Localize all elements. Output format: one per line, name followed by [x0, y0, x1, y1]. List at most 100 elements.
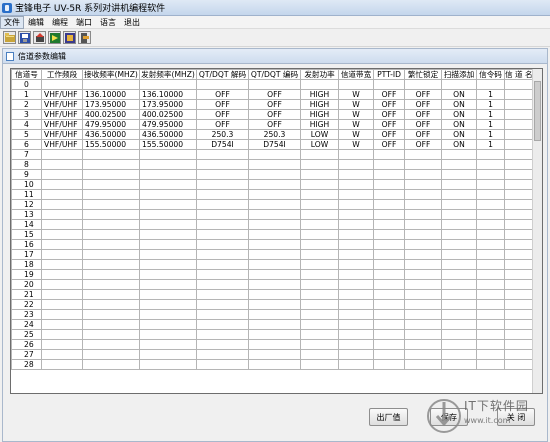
cell-tx-power[interactable] [300, 179, 339, 190]
cell-qt-decode[interactable]: OFF [196, 109, 249, 120]
cell-band[interactable] [41, 159, 83, 170]
cell-bandwidth[interactable] [338, 179, 374, 190]
cell-band[interactable]: VHF/UHF [41, 139, 83, 150]
menu-port[interactable]: 端口 [72, 17, 96, 28]
cell-bandwidth[interactable] [338, 359, 374, 370]
channel-grid[interactable]: 信道号 工作频段 接收频率(MHZ) 发射频率(MHZ) QT/DQT 解码 Q… [10, 68, 543, 394]
cell-channel-no[interactable]: 23 [11, 309, 42, 320]
cell-signal-code[interactable] [476, 239, 505, 250]
cell-bandwidth[interactable] [338, 319, 374, 330]
cell-band[interactable]: VHF/UHF [41, 99, 83, 110]
write-icon[interactable] [48, 31, 61, 44]
cell-rx-freq[interactable] [82, 259, 140, 270]
cell-bandwidth[interactable] [338, 269, 374, 280]
cell-tx-power[interactable] [300, 239, 339, 250]
cell-qt-decode[interactable] [196, 309, 249, 320]
cell-signal-code[interactable]: 1 [476, 119, 505, 130]
cell-signal-code[interactable] [476, 249, 505, 260]
cell-scan-add[interactable] [441, 249, 477, 260]
cell-ptt-id[interactable] [373, 349, 405, 360]
cell-band[interactable] [41, 269, 83, 280]
cell-signal-code[interactable] [476, 209, 505, 220]
cell-signal-code[interactable] [476, 189, 505, 200]
cell-ptt-id[interactable] [373, 229, 405, 240]
cell-rx-freq[interactable] [82, 169, 140, 180]
cell-rx-freq[interactable] [82, 189, 140, 200]
cell-tx-freq[interactable] [139, 209, 197, 220]
cell-qt-decode[interactable] [196, 239, 249, 250]
cell-qt-decode[interactable] [196, 329, 249, 340]
cell-ptt-id[interactable] [373, 339, 405, 350]
cell-channel-no[interactable]: 14 [11, 219, 42, 230]
cell-qt-encode[interactable] [248, 279, 301, 290]
exit-icon[interactable] [78, 31, 91, 44]
cell-qt-encode[interactable] [248, 319, 301, 330]
cell-bandwidth[interactable] [338, 299, 374, 310]
cell-busy-lock[interactable]: OFF [404, 119, 442, 130]
cell-bandwidth[interactable] [338, 229, 374, 240]
cell-bandwidth[interactable] [338, 169, 374, 180]
cell-bandwidth[interactable]: W [338, 129, 374, 140]
cell-qt-encode[interactable] [248, 79, 301, 90]
cell-busy-lock[interactable] [404, 179, 442, 190]
cell-rx-freq[interactable] [82, 329, 140, 340]
cell-qt-decode[interactable] [196, 199, 249, 210]
cell-ptt-id[interactable] [373, 359, 405, 370]
menu-exit[interactable]: 退出 [120, 17, 144, 28]
cell-band[interactable]: VHF/UHF [41, 89, 83, 100]
cell-tx-freq[interactable]: 400.02500 [139, 109, 197, 120]
cell-busy-lock[interactable] [404, 289, 442, 300]
cell-signal-code[interactable] [476, 319, 505, 330]
cell-rx-freq[interactable]: 155.50000 [82, 139, 140, 150]
table-row[interactable]: 1 VHF/UHF 136.10000 136.10000 OFF OFF HIGH W OFF… [11, 89, 542, 100]
cell-rx-freq[interactable] [82, 359, 140, 370]
cell-busy-lock[interactable] [404, 169, 442, 180]
cell-ptt-id[interactable]: OFF [373, 119, 405, 130]
cell-qt-encode[interactable] [248, 179, 301, 190]
cell-tx-power[interactable] [300, 339, 339, 350]
cell-ptt-id[interactable] [373, 279, 405, 290]
table-row[interactable]: 27 [11, 349, 542, 360]
cell-qt-decode[interactable]: OFF [196, 99, 249, 110]
table-row[interactable]: 10 [11, 179, 542, 190]
cell-tx-freq[interactable]: 479.95000 [139, 119, 197, 130]
cell-tx-freq[interactable] [139, 149, 197, 160]
cell-qt-decode[interactable]: D754I [196, 139, 249, 150]
cell-ptt-id[interactable] [373, 169, 405, 180]
cell-tx-freq[interactable]: 136.10000 [139, 89, 197, 100]
cell-rx-freq[interactable] [82, 269, 140, 280]
cell-scan-add[interactable] [441, 209, 477, 220]
cell-signal-code[interactable] [476, 329, 505, 340]
cell-tx-freq[interactable] [139, 329, 197, 340]
cell-tx-power[interactable] [300, 249, 339, 260]
cell-band[interactable] [41, 289, 83, 300]
cell-channel-no[interactable]: 5 [11, 129, 42, 140]
cell-bandwidth[interactable]: W [338, 139, 374, 150]
cell-rx-freq[interactable] [82, 279, 140, 290]
cell-signal-code[interactable] [476, 259, 505, 270]
cell-rx-freq[interactable] [82, 159, 140, 170]
cell-busy-lock[interactable] [404, 279, 442, 290]
cell-rx-freq[interactable]: 400.02500 [82, 109, 140, 120]
cell-rx-freq[interactable] [82, 339, 140, 350]
cell-signal-code[interactable]: 1 [476, 139, 505, 150]
table-row[interactable]: 14 [11, 219, 542, 230]
cell-ptt-id[interactable] [373, 219, 405, 230]
cell-signal-code[interactable] [476, 299, 505, 310]
cell-scan-add[interactable] [441, 269, 477, 280]
cell-band[interactable]: VHF/UHF [41, 109, 83, 120]
cell-scan-add[interactable] [441, 189, 477, 200]
cell-tx-power[interactable]: HIGH [300, 89, 339, 100]
cell-busy-lock[interactable]: OFF [404, 129, 442, 140]
cell-ptt-id[interactable] [373, 199, 405, 210]
cell-signal-code[interactable] [476, 349, 505, 360]
cell-qt-encode[interactable] [248, 269, 301, 280]
cell-scan-add[interactable]: ON [441, 119, 477, 130]
cell-rx-freq[interactable] [82, 199, 140, 210]
cell-band[interactable] [41, 189, 83, 200]
cell-busy-lock[interactable] [404, 159, 442, 170]
table-row[interactable]: 0 [11, 79, 542, 90]
cell-busy-lock[interactable] [404, 199, 442, 210]
cell-qt-decode[interactable] [196, 189, 249, 200]
table-row[interactable]: 24 [11, 319, 542, 330]
